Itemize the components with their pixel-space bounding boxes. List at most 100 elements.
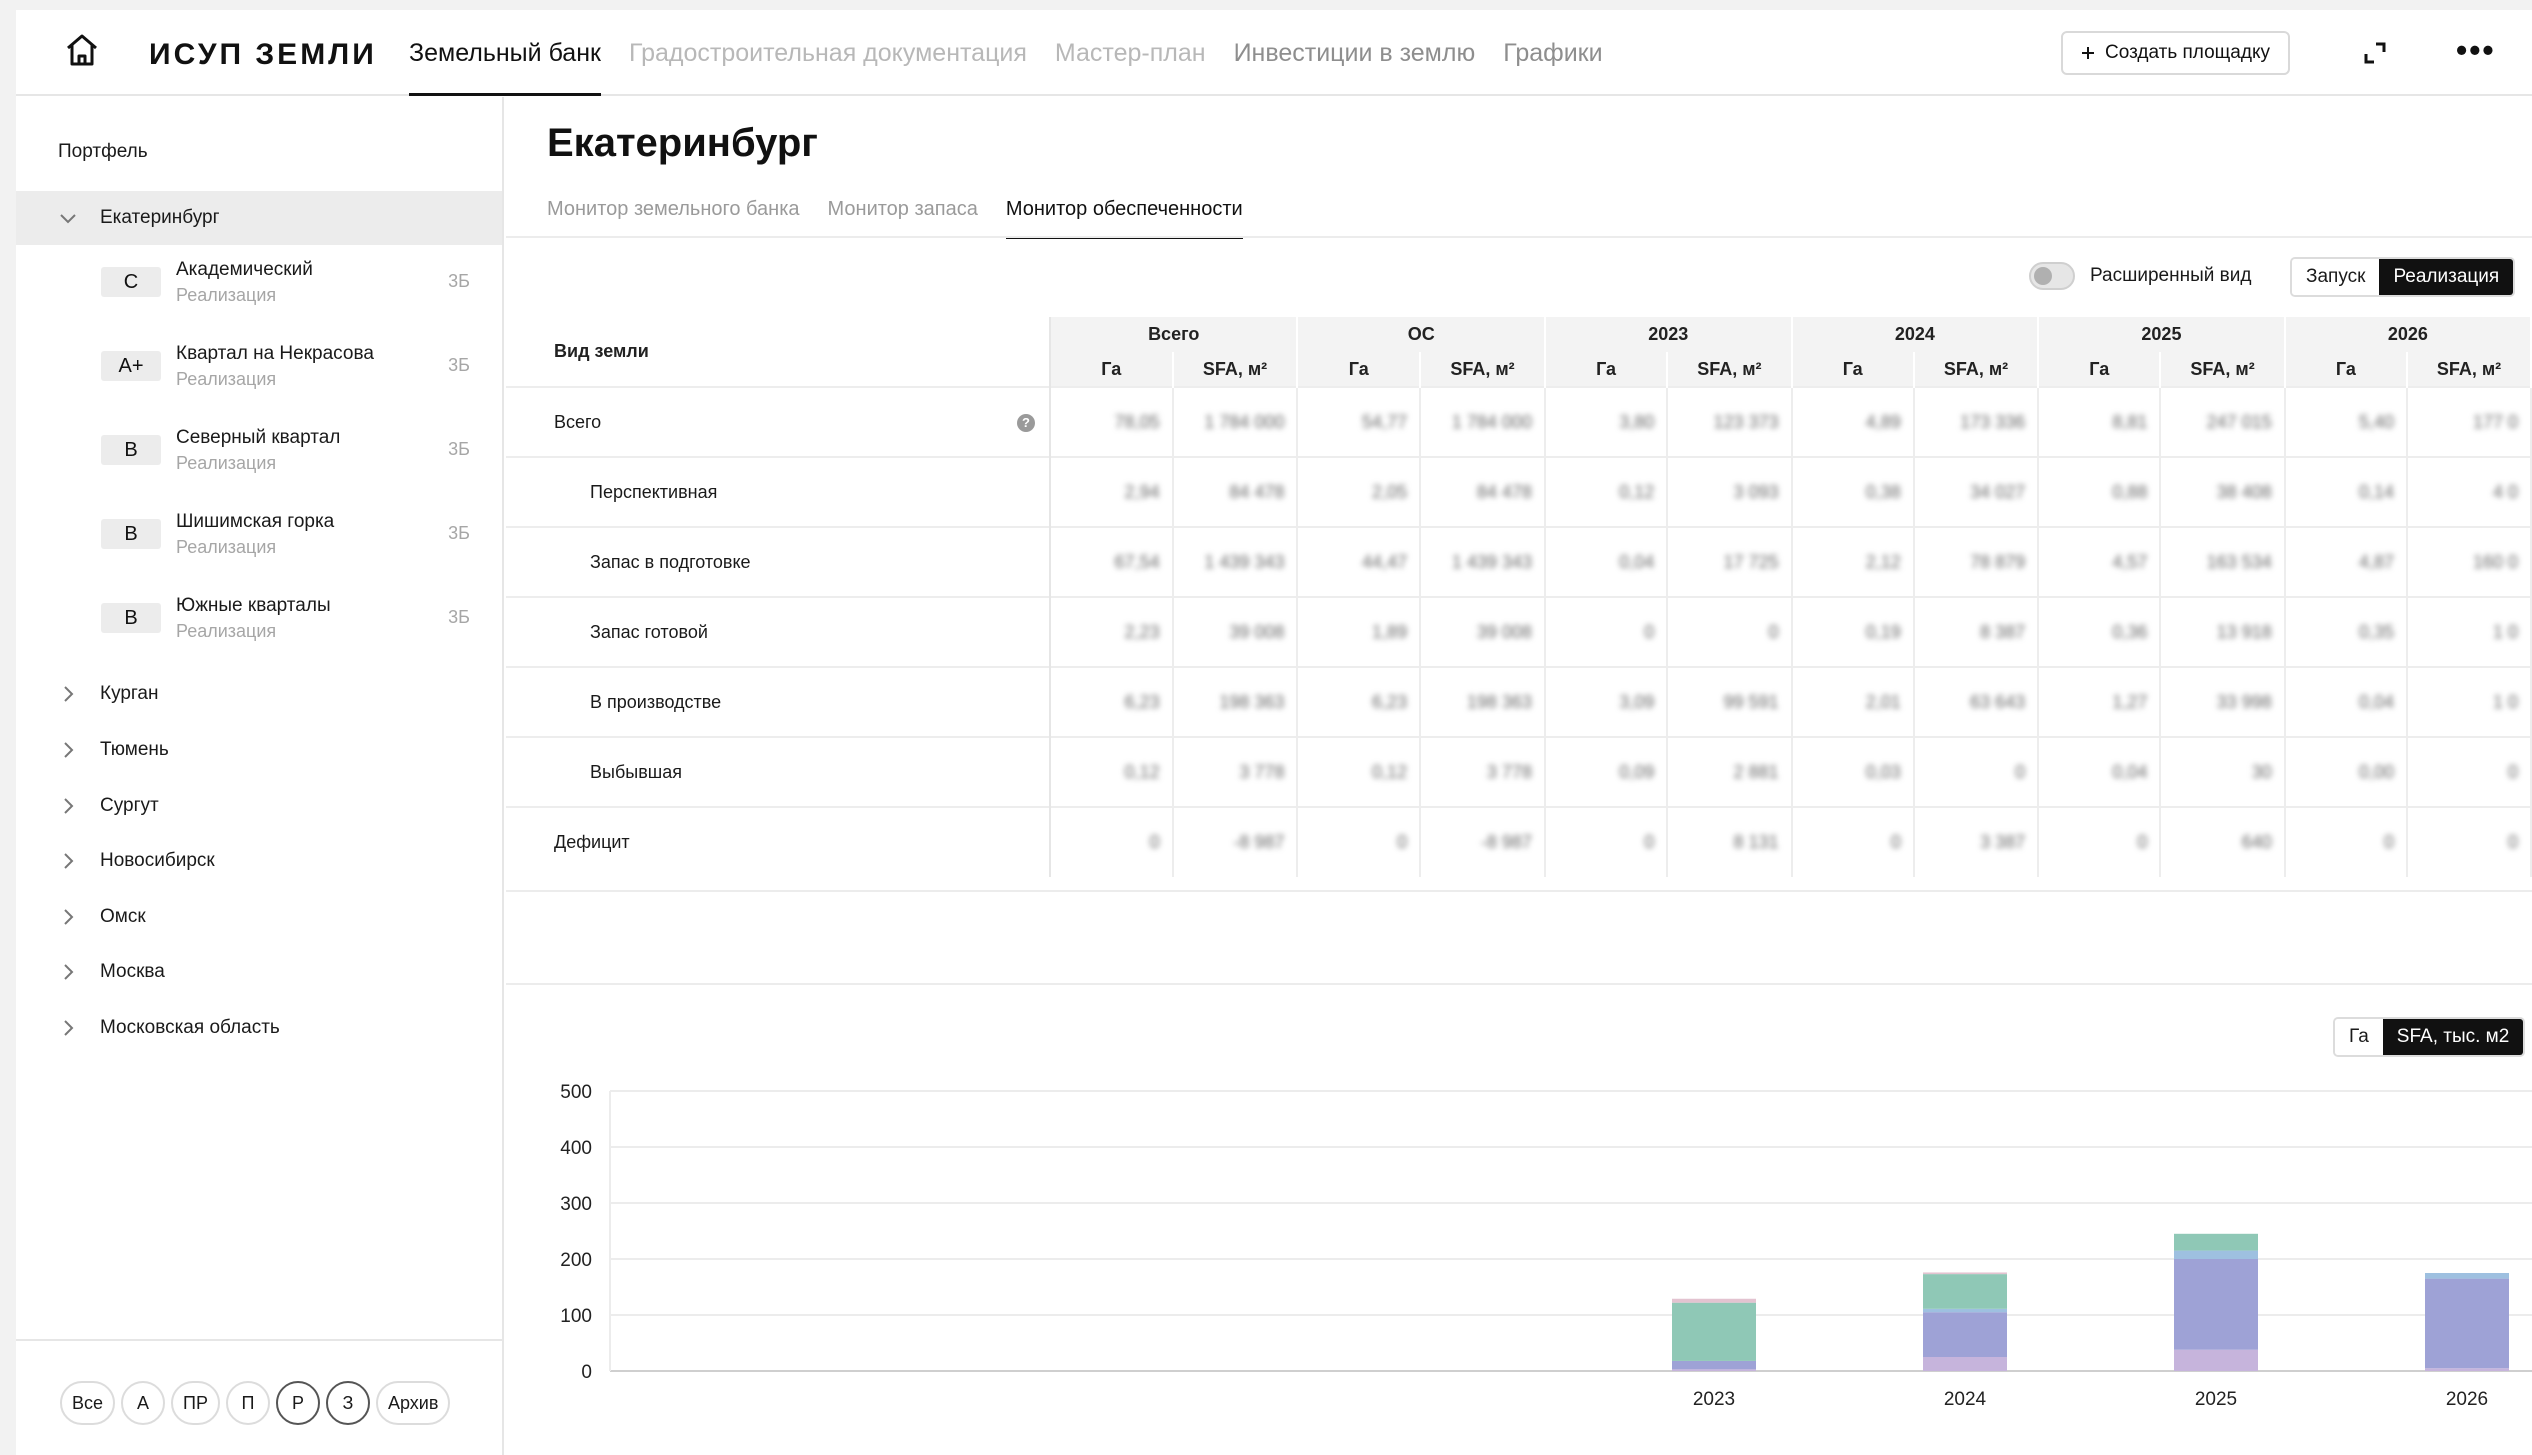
table-cell: 2 881 bbox=[1667, 736, 1793, 807]
units-ha[interactable]: Га bbox=[2335, 1019, 2383, 1055]
project-item[interactable]: A+ Квартал на Некрасова Реализация 3Б bbox=[16, 329, 502, 413]
table-cell: 2,05 bbox=[1297, 456, 1422, 527]
table-cell: 0,35 bbox=[2284, 596, 2409, 667]
table-cell: 0,09 bbox=[1544, 736, 1669, 807]
group-header: 2023 bbox=[1544, 317, 1793, 352]
project-item[interactable]: B Северный квартал Реализация 3Б bbox=[16, 413, 502, 497]
filter-r[interactable]: Р bbox=[275, 1381, 320, 1425]
table-cell: 34 027 bbox=[1913, 456, 2040, 527]
table-cell: 0,03 bbox=[1791, 736, 1915, 807]
table-cell: 78,05 bbox=[1049, 386, 1174, 457]
table-cell: 198 363 bbox=[1172, 666, 1299, 737]
x-tick-label: 2024 bbox=[1944, 1389, 1987, 1410]
top-bar: ИСУП ЗЕМЛИ Земельный банк Градостроитель… bbox=[16, 10, 2532, 96]
project-grade: B bbox=[101, 603, 161, 633]
table-cell: 1 439 343 bbox=[1172, 526, 1299, 597]
table-cell: 0 bbox=[2284, 806, 2409, 877]
create-site-button[interactable]: Создать площадку bbox=[2061, 31, 2290, 75]
chevron-right-icon bbox=[64, 742, 74, 758]
table-cell: 39 008 bbox=[1172, 596, 1299, 667]
create-site-label: Создать площадку bbox=[2105, 42, 2270, 63]
table-cell: 0 bbox=[2407, 806, 2532, 877]
group-header: ОС bbox=[1297, 317, 1546, 352]
portfolio-heading: Портфель bbox=[58, 141, 148, 162]
y-tick-label: 400 bbox=[560, 1138, 592, 1159]
nav-urban-docs[interactable]: Градостроительная документация bbox=[629, 10, 1027, 96]
tab-provision-monitor[interactable]: Монитор обеспеченности bbox=[1005, 189, 1243, 239]
filter-a[interactable]: А bbox=[121, 1381, 166, 1425]
table-row: Всего? 78,05 1 784 000 54,77 1 784 000 3,80 12… bbox=[506, 386, 2532, 457]
filter-pr[interactable]: ПР bbox=[171, 1381, 220, 1425]
tab-reserve-monitor[interactable]: Монитор запаса bbox=[828, 189, 978, 239]
project-status: Реализация bbox=[176, 453, 277, 473]
table-cell: 160 0 bbox=[2407, 526, 2532, 597]
sidebar-city-moscow-region[interactable]: Московская область bbox=[16, 1001, 502, 1055]
nav-land-investments[interactable]: Инвестиции в землю bbox=[1234, 10, 1476, 96]
subheader-sfa: SFA, м² bbox=[1667, 352, 1793, 387]
more-options-icon[interactable]: ••• bbox=[2456, 34, 2496, 66]
filter-p[interactable]: П bbox=[225, 1381, 270, 1425]
table-row: Запас готовой 2,23 39 008 1,89 39 008 0 0 0,19 8… bbox=[506, 596, 2532, 667]
project-status: Реализация bbox=[176, 621, 277, 641]
home-icon[interactable] bbox=[62, 30, 102, 70]
bar-segment bbox=[2174, 1259, 2258, 1350]
project-item[interactable]: B Южные кварталы Реализация 3Б bbox=[16, 581, 502, 665]
table-cell: 0,19 bbox=[1791, 596, 1915, 667]
bar-segment bbox=[1923, 1274, 2007, 1309]
table-cell: 0,04 bbox=[2284, 666, 2409, 737]
help-icon[interactable]: ? bbox=[1016, 414, 1035, 432]
row-label-text: Всего bbox=[554, 411, 602, 432]
project-item[interactable]: B Шишимская горка Реализация 3Б bbox=[16, 497, 502, 581]
table-cell: 44,47 bbox=[1297, 526, 1422, 597]
table-cell: -8 987 bbox=[1172, 806, 1299, 877]
plus-icon bbox=[2082, 47, 2095, 59]
filter-all[interactable]: Все bbox=[60, 1381, 116, 1425]
bar-segment bbox=[2174, 1349, 2258, 1371]
table-cell: -8 987 bbox=[1420, 806, 1546, 877]
bar-segment bbox=[1923, 1357, 2007, 1371]
table-cell: 33 998 bbox=[2160, 666, 2286, 737]
y-tick-label: 100 bbox=[560, 1306, 592, 1327]
extended-view-toggle[interactable] bbox=[2029, 262, 2075, 290]
table-cell: 640 bbox=[2160, 806, 2286, 877]
mode-implementation[interactable]: Реализация bbox=[2379, 259, 2514, 295]
table-cell: 1 439 343 bbox=[1420, 526, 1546, 597]
page-title: Екатеринбург bbox=[547, 121, 818, 165]
table-cell: 2,12 bbox=[1791, 526, 1915, 597]
app-window: ИСУП ЗЕМЛИ Земельный банк Градостроитель… bbox=[16, 10, 2532, 1455]
table-cell: 2,01 bbox=[1791, 666, 1915, 737]
nav-land-bank[interactable]: Земельный банк bbox=[409, 10, 601, 96]
filter-z[interactable]: З bbox=[325, 1381, 370, 1425]
project-item[interactable]: C Академический Реализация 3Б bbox=[16, 245, 502, 329]
table-cell: 4,89 bbox=[1791, 386, 1915, 457]
sidebar-city-surgut[interactable]: Сургут bbox=[16, 779, 502, 833]
table-cell: 8,81 bbox=[2038, 386, 2162, 457]
nav-charts[interactable]: Графики bbox=[1503, 10, 1602, 96]
project-count: 3Б bbox=[448, 607, 470, 627]
sidebar-city-kurgan[interactable]: Курган bbox=[16, 667, 502, 721]
chart-units-switch: Га SFA, тыс. м2 bbox=[2333, 1017, 2526, 1057]
mode-switch: Запуск Реализация bbox=[2290, 257, 2516, 297]
row-label: Выбывшая bbox=[506, 736, 1051, 807]
table-row: Перспективная 2,94 84 478 2,05 84 478 0,12 3 0… bbox=[506, 456, 2532, 527]
units-sfa[interactable]: SFA, тыс. м2 bbox=[2382, 1019, 2524, 1055]
tab-land-bank-monitor[interactable]: Монитор земельного банка bbox=[547, 189, 800, 239]
table-cell: 0,12 bbox=[1049, 736, 1174, 807]
project-status: Реализация bbox=[176, 369, 277, 389]
table-cell: 177 0 bbox=[2407, 386, 2532, 457]
sidebar-city-novosibirsk[interactable]: Новосибирск bbox=[16, 834, 502, 888]
bar-segment bbox=[1672, 1369, 1756, 1371]
table-cell: 84 478 bbox=[1172, 456, 1299, 527]
filter-archive[interactable]: Архив bbox=[375, 1381, 451, 1425]
sidebar-city-omsk[interactable]: Омск bbox=[16, 890, 502, 944]
project-grade: C bbox=[101, 267, 161, 297]
app-logo: ИСУП ЗЕМЛИ bbox=[149, 38, 377, 71]
nav-master-plan[interactable]: Мастер-план bbox=[1055, 10, 1206, 96]
sidebar-city-ekaterinburg[interactable]: Екатеринбург bbox=[16, 191, 502, 245]
chevron-right-icon bbox=[64, 686, 74, 702]
mode-launch[interactable]: Запуск bbox=[2292, 259, 2380, 295]
sidebar-city-moscow[interactable]: Москва bbox=[16, 945, 502, 999]
sidebar-city-tyumen[interactable]: Тюмень bbox=[16, 723, 502, 777]
table-cell: 8 387 bbox=[1913, 596, 2040, 667]
expand-icon[interactable] bbox=[2362, 40, 2388, 66]
